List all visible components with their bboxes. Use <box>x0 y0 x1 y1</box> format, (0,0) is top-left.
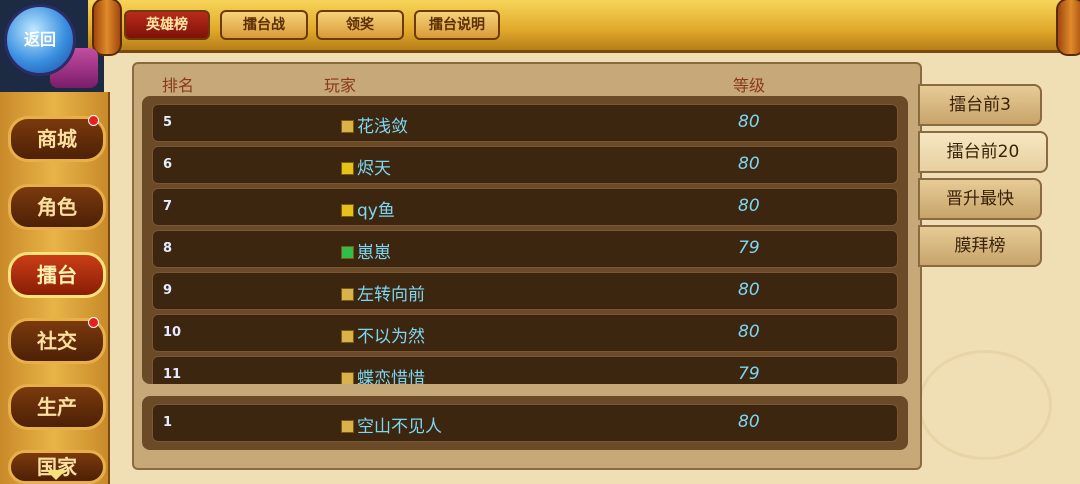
rank-value: 7 <box>163 199 173 214</box>
level-value: 80 <box>738 412 760 432</box>
player-name-text: qy鱼 <box>357 201 395 221</box>
player-name: 左转向前 <box>341 280 425 305</box>
level-value: 80 <box>738 280 760 300</box>
player-name-text: 空山不见人 <box>357 417 442 437</box>
column-header-rank: 排名 <box>162 76 195 95</box>
sidebar-item-label: 擂台 <box>37 263 77 287</box>
rank-value: 6 <box>163 157 173 172</box>
table-row[interactable]: 5 花浅敛 80 <box>152 104 898 142</box>
ranking-list[interactable]: 5 花浅敛 80 6 烬天 80 7 qy鱼 80 8 崽崽 79 9 左转向前… <box>142 96 908 384</box>
level-value: 80 <box>738 154 760 174</box>
table-row[interactable]: 8 崽崽 79 <box>152 230 898 268</box>
country-flag-icon <box>341 330 354 343</box>
table-row[interactable]: 11 蝶恋惜惜 79 <box>152 356 898 384</box>
level-value: 79 <box>738 364 760 384</box>
player-name: qy鱼 <box>341 196 395 221</box>
country-flag-icon <box>341 288 354 301</box>
player-name-text: 左转向前 <box>357 285 425 305</box>
tab-arena-top3[interactable]: 擂台前3 <box>918 84 1042 126</box>
scroll-end-left <box>92 0 122 56</box>
sidebar-item-label: 社交 <box>37 329 77 353</box>
sidebar: 商城 角色 擂台 社交 生产 国家 <box>0 92 110 484</box>
sidebar-item-arena[interactable]: 擂台 <box>8 252 106 298</box>
player-name: 崽崽 <box>341 238 391 263</box>
level-value: 79 <box>738 238 760 258</box>
player-name-text: 不以为然 <box>357 327 425 347</box>
player-name-text: 花浅敛 <box>357 117 408 137</box>
table-row[interactable]: 9 左转向前 80 <box>152 272 898 310</box>
my-ranking-row[interactable]: 1 空山不见人 80 <box>152 404 898 442</box>
column-header-level: 等级 <box>733 76 766 95</box>
table-row[interactable]: 6 烬天 80 <box>152 146 898 184</box>
tab-worship-ranking[interactable]: 膜拜榜 <box>918 225 1042 267</box>
scroll-end-right <box>1056 0 1080 56</box>
back-button[interactable]: 返回 <box>4 4 76 76</box>
rank-value: 1 <box>163 415 173 430</box>
player-name: 花浅敛 <box>341 112 408 137</box>
country-flag-icon <box>341 372 354 384</box>
player-name: 空山不见人 <box>341 412 442 437</box>
rank-value: 10 <box>163 325 182 340</box>
country-flag-icon <box>341 246 354 259</box>
table-row[interactable]: 7 qy鱼 80 <box>152 188 898 226</box>
tab-arena-battle[interactable]: 擂台战 <box>220 10 308 40</box>
notification-dot <box>88 115 99 126</box>
country-flag-icon <box>341 204 354 217</box>
player-name: 不以为然 <box>341 322 425 347</box>
rank-value: 11 <box>163 367 182 382</box>
sidebar-item-label: 商城 <box>37 127 77 151</box>
sidebar-item-social[interactable]: 社交 <box>8 317 106 364</box>
player-name-text: 崽崽 <box>357 243 391 263</box>
player-name: 烬天 <box>341 154 391 179</box>
sidebar-item-production[interactable]: 生产 <box>8 384 106 430</box>
column-header-player: 玩家 <box>324 76 357 95</box>
sidebar-item-label: 角色 <box>37 195 77 219</box>
tab-claim-reward[interactable]: 领奖 <box>316 10 404 40</box>
scroll-down-arrow-icon[interactable] <box>46 470 66 480</box>
player-name-text: 烬天 <box>357 159 391 179</box>
sidebar-item-shop[interactable]: 商城 <box>8 115 106 162</box>
country-flag-icon <box>341 420 354 433</box>
rank-value: 9 <box>163 283 173 298</box>
my-ranking-frame: 1 空山不见人 80 <box>142 396 908 450</box>
player-name: 蝶恋惜惜 <box>341 364 425 384</box>
emblem-decoration <box>918 350 1052 460</box>
player-name-text: 蝶恋惜惜 <box>357 369 425 384</box>
sidebar-item-label: 生产 <box>37 395 77 419</box>
tab-fastest-promotion[interactable]: 晋升最快 <box>918 178 1042 220</box>
country-flag-icon <box>341 120 354 133</box>
sidebar-item-character[interactable]: 角色 <box>8 184 106 230</box>
tab-hero-ranking[interactable]: 英雄榜 <box>124 10 210 40</box>
tab-arena-rules[interactable]: 擂台说明 <box>414 10 500 40</box>
level-value: 80 <box>738 112 760 132</box>
table-row[interactable]: 10 不以为然 80 <box>152 314 898 352</box>
level-value: 80 <box>738 322 760 342</box>
tab-arena-top20[interactable]: 擂台前20 <box>918 131 1048 173</box>
notification-dot <box>88 317 99 328</box>
rank-value: 5 <box>163 115 173 130</box>
country-flag-icon <box>341 162 354 175</box>
rank-value: 8 <box>163 241 173 256</box>
top-scroll-bar: 英雄榜 擂台战 领奖 擂台说明 <box>88 0 1080 56</box>
level-value: 80 <box>738 196 760 216</box>
